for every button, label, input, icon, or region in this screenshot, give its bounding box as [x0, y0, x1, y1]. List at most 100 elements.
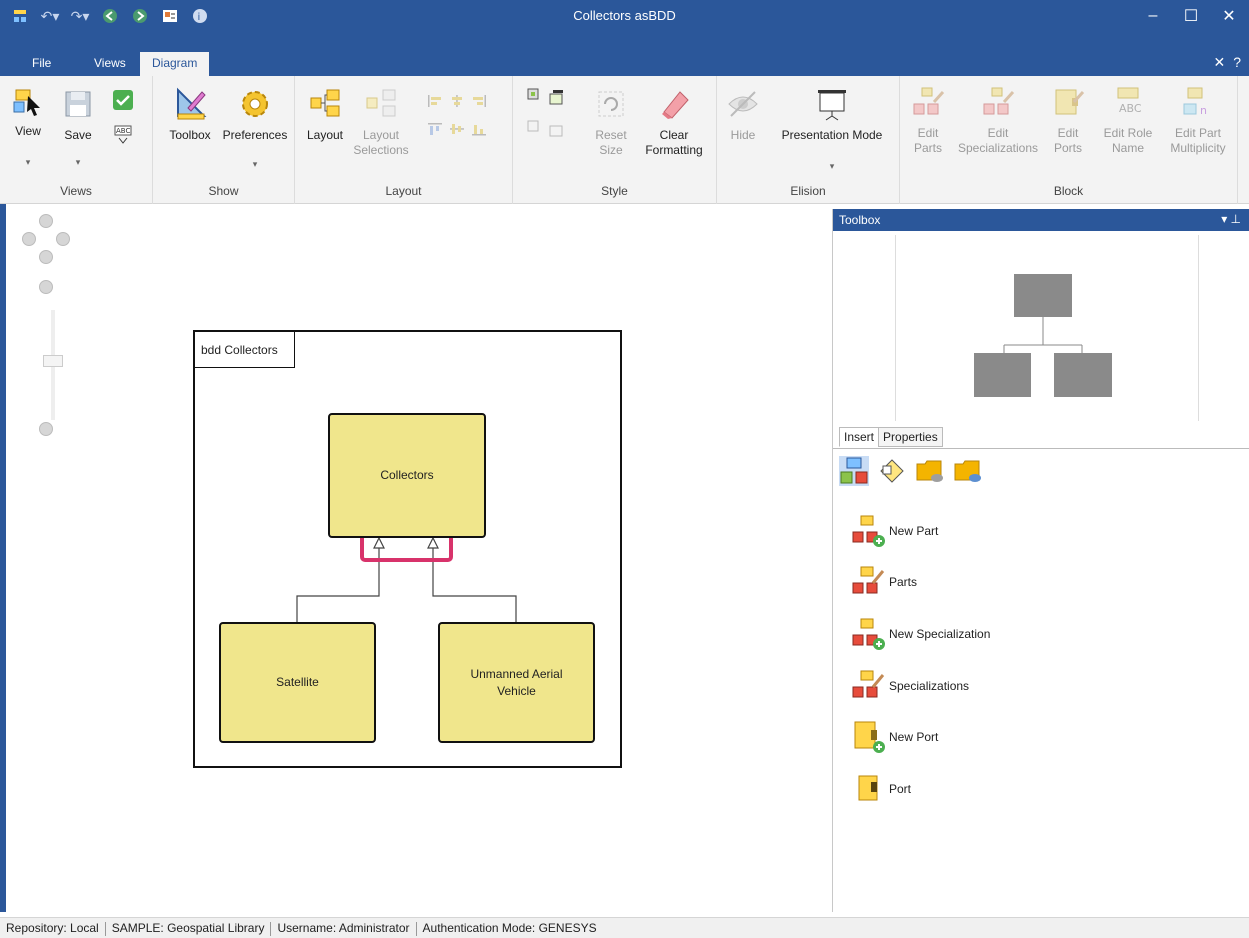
- minimize-icon[interactable]: –: [1141, 4, 1165, 28]
- status-library: SAMPLE: Geospatial Library: [111, 921, 265, 935]
- ribbon-group-views: View ▾ Save ▾ ABC Views: [0, 76, 153, 204]
- clear-formatting-button[interactable]: Clear Formatting: [639, 86, 709, 158]
- ribbon-group-show: Toolbox Preferences ▾ Show: [153, 76, 295, 204]
- pan-left-icon[interactable]: [22, 232, 36, 246]
- status-username: Username: Administrator: [277, 921, 410, 935]
- save-button[interactable]: Save ▾: [58, 86, 98, 170]
- edit-specializations-label-1: Edit: [987, 126, 1009, 140]
- preferences-button[interactable]: Preferences ▾: [219, 86, 291, 172]
- reset-size-button[interactable]: Reset Size: [589, 86, 633, 158]
- hide-label: Hide: [730, 128, 756, 142]
- package-category-icon[interactable]: [953, 456, 983, 486]
- layout-selections-label-1: Layout: [362, 128, 400, 142]
- new-specialization-icon: [852, 618, 885, 650]
- svg-text:ABC: ABC: [116, 127, 130, 135]
- edit-parts-label-1: Edit: [917, 126, 939, 140]
- reset-size-label-2: Size: [599, 143, 623, 157]
- svg-text:ABC: ABC: [1119, 102, 1142, 115]
- blocks-category-icon[interactable]: [839, 456, 869, 486]
- save-caret-icon[interactable]: ▾: [58, 155, 98, 170]
- window-title: Collectors asBDD: [573, 8, 676, 23]
- maximize-icon[interactable]: ☐: [1179, 4, 1203, 28]
- edit-ports-label-1: Edit: [1057, 126, 1079, 140]
- zoom-in-icon[interactable]: [39, 280, 53, 294]
- layout-button[interactable]: Layout: [303, 86, 347, 143]
- view-icon: [13, 89, 40, 116]
- toolbox-title: Toolbox: [839, 213, 881, 227]
- pan-down-icon[interactable]: [39, 250, 53, 264]
- toolbox-label: Toolbox: [169, 128, 211, 142]
- presentation-caret-icon[interactable]: ▾: [769, 159, 895, 174]
- close-icon[interactable]: ✕: [1217, 4, 1241, 28]
- edit-role-name-button[interactable]: ABC Edit Role Name: [1096, 84, 1160, 156]
- tab-file[interactable]: File: [20, 52, 63, 76]
- align-center-icon[interactable]: [449, 94, 465, 108]
- toolbox-categories: [839, 456, 983, 486]
- hide-button[interactable]: Hide: [723, 86, 763, 143]
- make-same-size-icon[interactable]: [527, 88, 545, 106]
- validate-button[interactable]: [108, 88, 138, 116]
- menu-tabs: File Views Diagram ✕ ?: [0, 50, 1249, 76]
- block-satellite[interactable]: Satellite: [219, 622, 376, 743]
- edit-role-name-icon: ABC: [1117, 87, 1142, 115]
- ribbon-group-style: Reset Size Clear Formatting Style: [513, 76, 717, 204]
- pan-up-icon[interactable]: [39, 214, 53, 228]
- help-icon[interactable]: ?: [1233, 54, 1241, 71]
- block-collectors-label: Collectors: [380, 468, 434, 482]
- elision-group-label: Elision: [790, 184, 826, 198]
- folder-category-icon[interactable]: [915, 456, 945, 486]
- toolbox-tabs: Insert Properties: [839, 427, 943, 447]
- view-button[interactable]: View ▾: [6, 82, 50, 170]
- tab-insert[interactable]: Insert: [839, 427, 880, 447]
- tab-views[interactable]: Views: [82, 52, 138, 76]
- tool-new-port[interactable]: New Port: [851, 720, 938, 754]
- zoom-out-icon[interactable]: [39, 422, 53, 436]
- tool-parts[interactable]: Parts: [851, 565, 917, 599]
- align-middle-icon[interactable]: [449, 122, 465, 136]
- tab-diagram[interactable]: Diagram: [140, 52, 210, 76]
- align-left-icon[interactable]: [427, 94, 443, 108]
- constraints-category-icon[interactable]: [877, 456, 907, 486]
- align-right-icon[interactable]: [471, 94, 487, 108]
- make-same-width-icon[interactable]: [549, 88, 567, 106]
- align-top-icon[interactable]: [427, 122, 443, 136]
- preferences-caret-icon[interactable]: ▾: [219, 157, 291, 172]
- tool-new-part[interactable]: New Part: [851, 514, 938, 548]
- zoom-slider-thumb[interactable]: [43, 355, 63, 367]
- pin-icon[interactable]: ▾ ⊥: [1221, 212, 1241, 226]
- edit-ports-icon: [1055, 89, 1085, 115]
- edit-specializations-button[interactable]: Edit Specializations: [952, 84, 1044, 156]
- make-same-height-icon[interactable]: [527, 120, 545, 138]
- edit-ports-button[interactable]: Edit Ports: [1046, 84, 1090, 156]
- new-part-icon: [852, 515, 885, 547]
- edit-role-name-label-2: Name: [1111, 141, 1144, 155]
- frame-label: bdd Collectors: [195, 332, 295, 368]
- make-same-depth-icon[interactable]: [549, 120, 567, 138]
- size-buttons: [527, 88, 571, 138]
- parts-icon: [852, 566, 885, 594]
- align-buttons: [427, 94, 493, 136]
- svg-text:n: n: [1200, 104, 1207, 117]
- layout-selections-button[interactable]: Layout Selections: [351, 86, 411, 158]
- pan-right-icon[interactable]: [56, 232, 70, 246]
- view-caret-icon[interactable]: ▾: [6, 155, 50, 170]
- port-icon: [858, 775, 878, 801]
- block-unmanned-aerial-vehicle[interactable]: Unmanned Aerial Vehicle: [438, 622, 595, 743]
- block-collectors[interactable]: Collectors: [328, 413, 486, 538]
- align-bottom-icon[interactable]: [471, 122, 487, 136]
- edit-parts-label-2: Parts: [913, 141, 942, 155]
- tool-port-label: Port: [889, 782, 912, 796]
- tool-specializations[interactable]: Specializations: [851, 669, 969, 703]
- edit-role-name-label-1: Edit Role: [1103, 126, 1153, 140]
- spellcheck-button[interactable]: ABC: [108, 122, 138, 150]
- status-bar: Repository: Local SAMPLE: Geospatial Libr…: [0, 917, 1249, 938]
- edit-part-multiplicity-button[interactable]: n Edit Part Multiplicity: [1162, 84, 1234, 156]
- presentation-mode-button[interactable]: Presentation Mode ▾: [769, 86, 895, 174]
- tab-properties[interactable]: Properties: [878, 427, 943, 447]
- toolbox-button[interactable]: Toolbox: [161, 86, 219, 143]
- tool-new-specialization[interactable]: New Specialization: [851, 617, 990, 651]
- tool-port[interactable]: Port: [851, 772, 911, 806]
- tools-icon[interactable]: ✕: [1213, 54, 1225, 71]
- spellcheck-icon: ABC: [114, 125, 132, 144]
- edit-parts-button[interactable]: Edit Parts: [906, 84, 950, 156]
